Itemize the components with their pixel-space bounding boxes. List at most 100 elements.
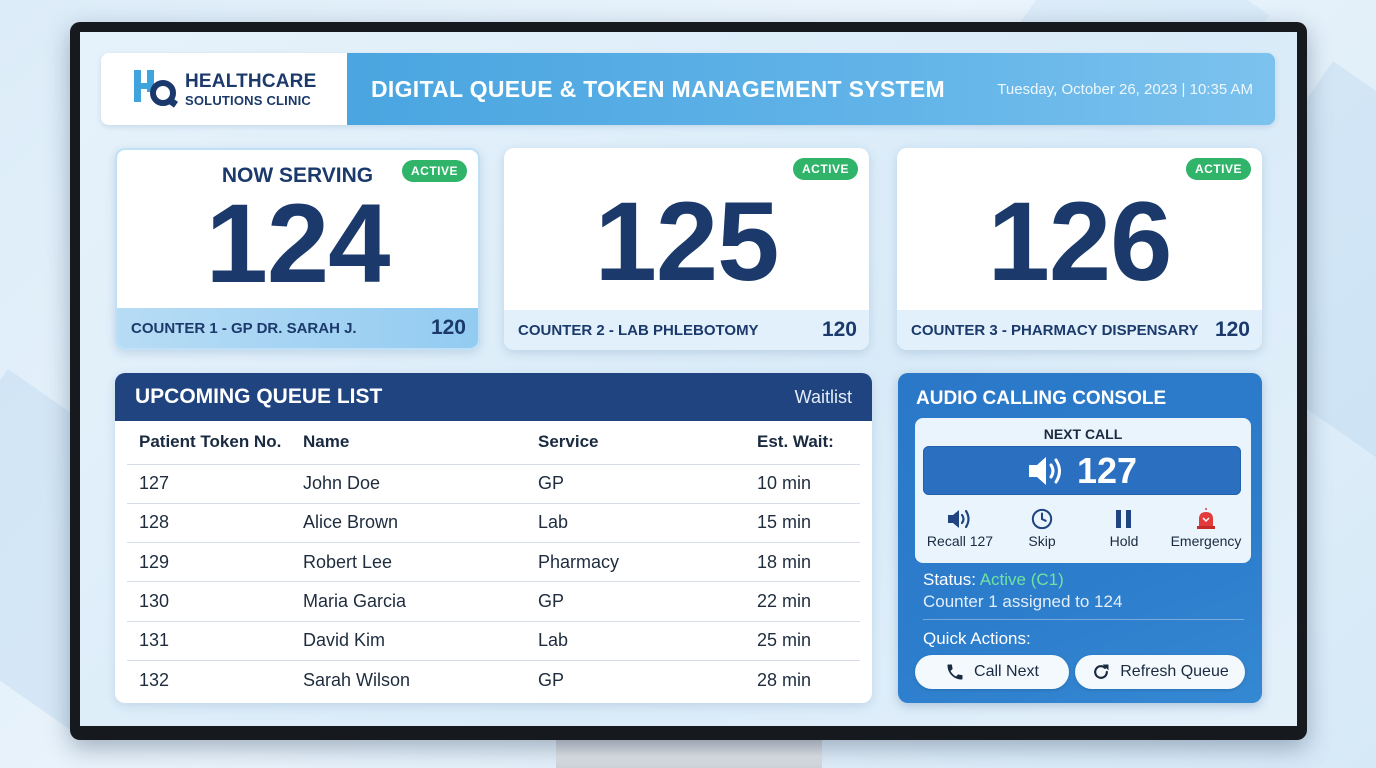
refresh-queue-label: Refresh Queue — [1120, 663, 1229, 680]
token-cell: 127 — [127, 464, 303, 504]
audio-calling-console: AUDIO CALLING CONSOLE NEXT CALL 127 Reca… — [898, 373, 1262, 703]
table-header-row: Patient Token No. Name Service Est. Wait… — [127, 421, 860, 465]
token-cell: 130 — [127, 581, 303, 622]
logo-subname: SOLUTIONS CLINIC — [185, 92, 311, 108]
name-cell: Robert Lee — [303, 542, 538, 583]
header: HEALTHCARE SOLUTIONS CLINIC DIGITAL QUEU… — [101, 53, 1275, 125]
queue-header: UPCOMING QUEUE LIST Waitlist — [115, 373, 872, 421]
service-cell: GP — [538, 669, 565, 690]
column-header-service: Service — [538, 421, 757, 465]
alarm-siren-icon — [1197, 508, 1215, 529]
quick-actions-label: Quick Actions: — [923, 629, 1031, 648]
queue-list: UPCOMING QUEUE LIST Waitlist Patient Tok… — [115, 373, 872, 703]
logo: HEALTHCARE SOLUTIONS CLINIC — [101, 53, 347, 125]
counter-card-3: ACTIVE 126 COUNTER 3 - PHARMACY DISPENSA… — [897, 148, 1262, 350]
counter-card-2: ACTIVE 125 COUNTER 2 - LAB PHLEBOTOMY 12… — [504, 148, 869, 350]
table-row[interactable]: 129 Robert Lee Pharmacy 18 min — [127, 542, 860, 583]
table-row[interactable]: 127 John Doe GP 10 min — [127, 464, 860, 504]
counter-footer: COUNTER 1 - GP DR. SARAH J. 120 — [117, 308, 478, 348]
table-row[interactable]: 132 Sarah Wilson GP 28 min — [127, 660, 860, 699]
serving-token: 125 — [594, 179, 780, 304]
next-call-button[interactable]: 127 — [923, 446, 1241, 495]
hold-button[interactable]: Hold — [1084, 508, 1164, 549]
status-line: Status: Active (C1) — [923, 570, 1064, 590]
wait-cell: 25 min — [757, 621, 860, 661]
speaker-icon — [948, 509, 970, 529]
serving-token: 126 — [987, 179, 1173, 304]
page-title: DIGITAL QUEUE & TOKEN MANAGEMENT SYSTEM — [371, 75, 945, 102]
status-badge: ACTIVE — [792, 158, 858, 180]
call-next-label: Call Next — [974, 663, 1039, 680]
clock-icon — [1031, 508, 1053, 530]
screen: HEALTHCARE SOLUTIONS CLINIC DIGITAL QUEU… — [80, 32, 1297, 726]
status-value: Active (C1) — [979, 570, 1064, 589]
skip-label: Skip — [1028, 533, 1056, 549]
token-cell: 129 — [127, 542, 303, 583]
table-row[interactable]: 131 David Kim Lab 25 min — [127, 621, 860, 661]
phone-icon — [947, 664, 963, 680]
counter-number: 120 — [821, 318, 857, 341]
service-cell: GP — [538, 464, 757, 504]
skip-button[interactable]: Skip — [1002, 508, 1082, 549]
status-label: Status: — [923, 570, 976, 589]
wait-cell: 10 min — [757, 464, 860, 504]
divider — [923, 619, 1244, 620]
wait-cell: 28 min — [757, 669, 812, 690]
name-cell: John Doe — [303, 464, 538, 504]
counter-label: COUNTER 3 - PHARMACY DISPENSARY — [911, 321, 1199, 339]
speaker-icon — [1028, 456, 1061, 485]
counter-label: COUNTER 1 - GP DR. SARAH J. — [131, 319, 357, 337]
service-cell: Pharmacy — [538, 542, 757, 583]
counter-card-1: ACTIVE NOW SERVING 124 COUNTER 1 - GP DR… — [115, 148, 480, 350]
next-call-token: 127 — [1076, 449, 1138, 491]
token-cell: 132 — [139, 669, 170, 690]
refresh-icon — [1094, 664, 1109, 679]
title-bar: DIGITAL QUEUE & TOKEN MANAGEMENT SYSTEM … — [347, 53, 1275, 125]
service-cell: Lab — [538, 503, 757, 544]
counter-label: COUNTER 2 - LAB PHLEBOTOMY — [518, 321, 759, 339]
monitor: HEALTHCARE SOLUTIONS CLINIC DIGITAL QUEU… — [70, 22, 1307, 740]
service-cell: Lab — [538, 621, 757, 661]
next-call-label: NEXT CALL — [1043, 426, 1123, 442]
name-cell: Sarah Wilson — [303, 669, 411, 690]
pause-icon — [1116, 510, 1131, 528]
name-cell: David Kim — [303, 621, 538, 661]
name-cell: Maria Garcia — [303, 581, 538, 622]
hold-label: Hold — [1109, 533, 1139, 549]
queue-table: Patient Token No. Name Service Est. Wait… — [127, 421, 860, 700]
emergency-button[interactable]: Emergency — [1166, 508, 1246, 549]
column-header-token: Patient Token No. — [127, 421, 303, 465]
recall-button[interactable]: Recall 127 — [920, 508, 1000, 549]
datetime: Tuesday, October 26, 2023 | 10:35 AM — [997, 80, 1253, 98]
serving-token: 124 — [205, 181, 391, 306]
column-header-name: Name — [303, 421, 538, 465]
status-badge: ACTIVE — [1185, 158, 1251, 180]
assignment-text: Counter 1 assigned to 124 — [923, 592, 1123, 611]
monitor-stand — [556, 738, 822, 768]
token-cell: 128 — [127, 503, 303, 544]
queue-title: UPCOMING QUEUE LIST — [135, 385, 383, 408]
refresh-queue-button[interactable]: Refresh Queue — [1075, 655, 1245, 689]
column-header-wait: Est. Wait: — [757, 421, 860, 465]
waitlist-label: Waitlist — [794, 386, 852, 407]
wait-cell: 22 min — [757, 581, 860, 622]
recall-label: Recall 127 — [926, 533, 994, 549]
emergency-label: Emergency — [1170, 533, 1242, 549]
console-title: AUDIO CALLING CONSOLE — [916, 388, 1167, 409]
counter-number: 120 — [430, 316, 466, 339]
logo-name: HEALTHCARE — [185, 70, 317, 92]
next-call-panel: NEXT CALL 127 Recall 127 Skip Hold Emerg… — [915, 418, 1251, 563]
wait-cell: 15 min — [757, 503, 860, 544]
wait-cell: 18 min — [757, 542, 860, 583]
counter-number: 120 — [1214, 318, 1250, 341]
token-cell: 131 — [127, 621, 303, 661]
counter-footer: COUNTER 2 - LAB PHLEBOTOMY 120 — [504, 310, 869, 350]
call-next-button[interactable]: Call Next — [915, 655, 1069, 689]
call-actions: Recall 127 Skip Hold Emergency — [915, 508, 1251, 549]
name-cell: Alice Brown — [303, 503, 538, 544]
service-cell: GP — [538, 581, 757, 622]
table-row[interactable]: 128 Alice Brown Lab 15 min — [127, 503, 860, 544]
table-row[interactable]: 130 Maria Garcia GP 22 min — [127, 581, 860, 622]
clinic-logo-icon — [134, 70, 178, 108]
counter-footer: COUNTER 3 - PHARMACY DISPENSARY 120 — [897, 310, 1262, 350]
